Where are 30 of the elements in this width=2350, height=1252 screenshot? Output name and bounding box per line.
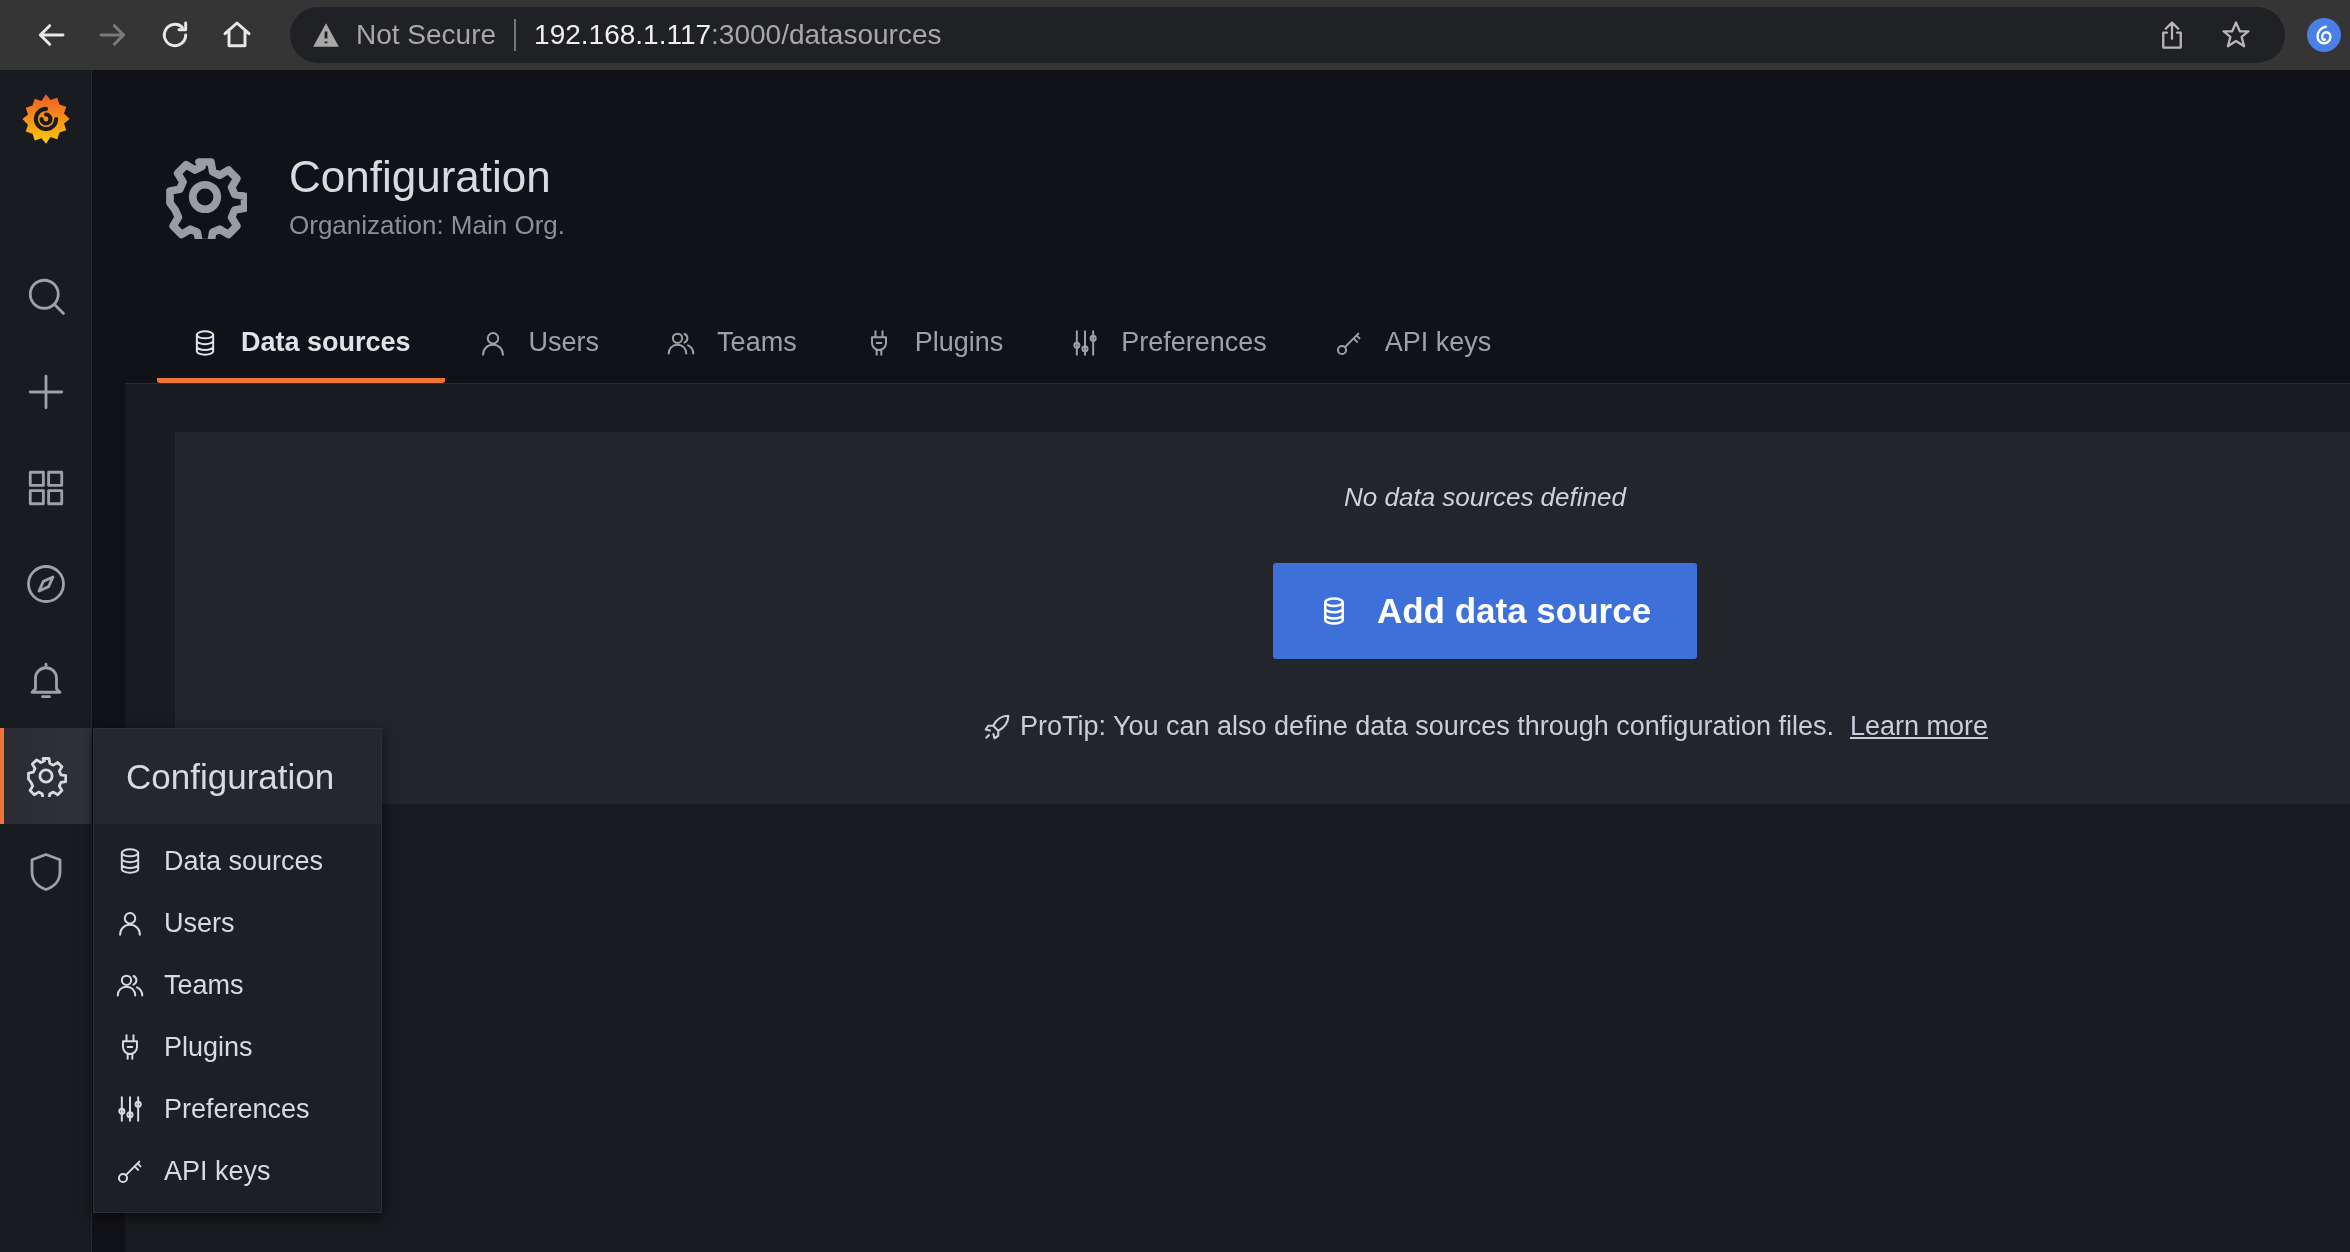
sliders-icon — [116, 1095, 144, 1123]
sliders-icon — [1071, 328, 1100, 357]
tab[interactable]: API keys — [1300, 315, 1526, 383]
page-title: Configuration — [289, 152, 552, 202]
menu-item[interactable]: Teams — [94, 954, 381, 1016]
star-icon[interactable] — [2221, 20, 2251, 50]
extension-icon[interactable] — [2307, 18, 2341, 52]
settings-icon — [24, 755, 67, 797]
menu-item[interactable]: Plugins — [94, 1016, 381, 1078]
menu-item[interactable]: Data sources — [94, 830, 381, 892]
warning-icon — [312, 22, 340, 48]
menu-item[interactable]: Preferences — [94, 1078, 381, 1140]
tab[interactable]: Users — [444, 315, 634, 383]
tab[interactable]: Preferences — [1037, 315, 1301, 383]
security-label[interactable]: Not Secure — [356, 19, 497, 51]
menu-title: Configuration — [94, 729, 381, 824]
tab[interactable]: Plugins — [830, 315, 1038, 383]
url-text[interactable]: 192.168.1.117:3000/datasources — [534, 19, 942, 51]
sidebar-item[interactable] — [0, 728, 91, 824]
add-data-source-button[interactable]: Add data source — [1273, 563, 1697, 659]
empty-message: No data sources defined — [1344, 482, 1626, 513]
protip-text: ProTip: You can also define data sources through configuration files. — [1019, 711, 1834, 742]
learn-more-link[interactable]: Learn more — [1849, 711, 1989, 742]
menu-item[interactable]: Users — [94, 892, 381, 954]
tab[interactable]: Teams — [633, 315, 831, 383]
page-subtitle: Organization: Main Org. — [289, 210, 565, 241]
address-bar[interactable]: Not Secure 192.168.1.117:3000/datasources — [290, 7, 2285, 63]
menu-item[interactable]: API keys — [94, 1140, 381, 1202]
compass-icon — [24, 563, 67, 605]
user-icon — [116, 909, 144, 937]
